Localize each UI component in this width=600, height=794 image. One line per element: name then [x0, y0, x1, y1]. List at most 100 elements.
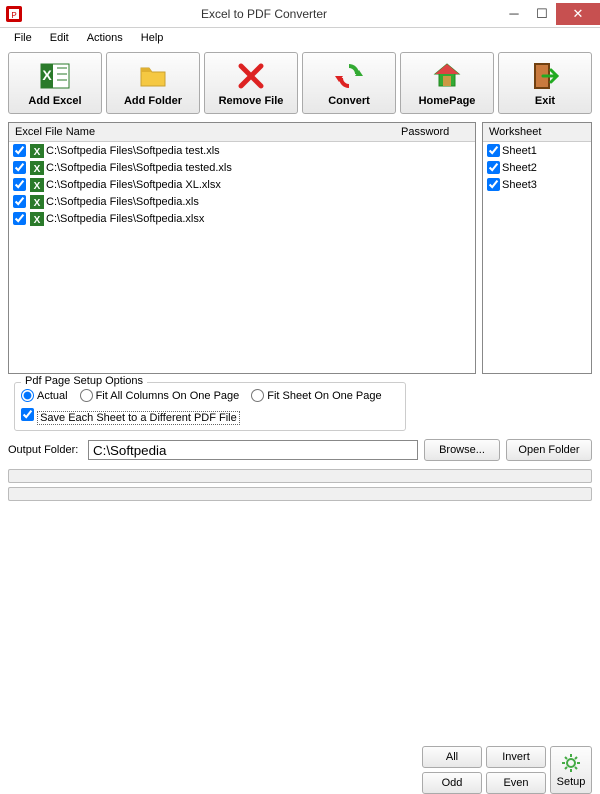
file-header-password[interactable]: Password	[395, 123, 475, 141]
file-panel: Excel File Name Password X C:\Softpedia F…	[8, 122, 476, 374]
convert-button[interactable]: Convert	[302, 52, 396, 114]
folder-icon	[137, 60, 169, 92]
check-save-each[interactable]: Save Each Sheet to a Different PDF File	[21, 408, 240, 424]
file-path: C:\Softpedia Files\Softpedia.xlsx	[46, 213, 204, 225]
exit-button[interactable]: Exit	[498, 52, 592, 114]
worksheet-checkbox[interactable]	[487, 161, 500, 174]
titlebar: P Excel to PDF Converter ─ ☐ ✕	[0, 0, 600, 28]
file-row[interactable]: X C:\Softpedia Files\Softpedia.xls	[9, 193, 475, 210]
svg-text:X: X	[34, 164, 41, 175]
radio-actual[interactable]: Actual	[21, 389, 68, 402]
progress-bar-2	[8, 487, 592, 501]
excel-file-icon: X	[30, 144, 44, 158]
worksheet-row[interactable]: Sheet2	[483, 159, 591, 176]
exit-icon	[529, 60, 561, 92]
invert-button[interactable]: Invert	[486, 746, 546, 768]
menu-file[interactable]: File	[6, 30, 40, 46]
worksheet-checkbox[interactable]	[487, 144, 500, 157]
svg-text:P: P	[11, 11, 16, 20]
worksheet-list[interactable]: Sheet1 Sheet2 Sheet3	[483, 142, 591, 373]
output-folder-input[interactable]	[88, 440, 418, 460]
worksheet-name: Sheet3	[502, 179, 537, 191]
excel-file-icon: X	[30, 161, 44, 175]
file-path: C:\Softpedia Files\Softpedia tested.xls	[46, 162, 232, 174]
svg-text:X: X	[34, 215, 41, 226]
file-path: C:\Softpedia Files\Softpedia.xls	[46, 196, 199, 208]
gear-icon	[560, 752, 582, 774]
file-header: Excel File Name Password	[9, 123, 475, 142]
worksheet-row[interactable]: Sheet1	[483, 142, 591, 159]
add-excel-button[interactable]: X Add Excel	[8, 52, 102, 114]
file-checkbox[interactable]	[13, 161, 26, 174]
homepage-button[interactable]: HomePage	[400, 52, 494, 114]
progress-bar-1	[8, 469, 592, 483]
close-button[interactable]: ✕	[556, 3, 600, 25]
radio-fit-sheet[interactable]: Fit Sheet On One Page	[251, 389, 381, 402]
app-icon: P	[6, 6, 22, 22]
svg-text:X: X	[34, 147, 41, 158]
excel-file-icon: X	[30, 195, 44, 209]
file-path: C:\Softpedia Files\Softpedia XL.xlsx	[46, 179, 221, 191]
maximize-button[interactable]: ☐	[528, 3, 556, 25]
home-icon	[431, 60, 463, 92]
browse-button[interactable]: Browse...	[424, 439, 500, 461]
excel-icon: X	[39, 60, 71, 92]
main-area: Excel File Name Password X C:\Softpedia F…	[0, 118, 600, 378]
radio-actual-input[interactable]	[21, 389, 34, 402]
file-checkbox[interactable]	[13, 195, 26, 208]
setup-button[interactable]: Setup	[550, 746, 592, 794]
minimize-button[interactable]: ─	[500, 3, 528, 25]
file-row[interactable]: X C:\Softpedia Files\Softpedia test.xls	[9, 142, 475, 159]
menu-actions[interactable]: Actions	[79, 30, 131, 46]
file-row[interactable]: X C:\Softpedia Files\Softpedia.xlsx	[9, 210, 475, 227]
file-row[interactable]: X C:\Softpedia Files\Softpedia XL.xlsx	[9, 176, 475, 193]
window-controls: ─ ☐ ✕	[500, 3, 600, 25]
svg-text:X: X	[42, 67, 52, 83]
worksheet-header[interactable]: Worksheet	[483, 123, 591, 142]
worksheet-row[interactable]: Sheet3	[483, 176, 591, 193]
homepage-label: HomePage	[419, 95, 476, 107]
add-excel-label: Add Excel	[28, 95, 81, 107]
file-checkbox[interactable]	[13, 178, 26, 191]
menubar: File Edit Actions Help	[0, 28, 600, 48]
output-label: Output Folder:	[8, 444, 82, 456]
remove-file-button[interactable]: Remove File	[204, 52, 298, 114]
check-save-each-input[interactable]	[21, 408, 34, 421]
worksheet-name: Sheet2	[502, 162, 537, 174]
open-folder-button[interactable]: Open Folder	[506, 439, 592, 461]
file-header-name[interactable]: Excel File Name	[9, 123, 395, 141]
all-button[interactable]: All	[422, 746, 482, 768]
remove-icon	[235, 60, 267, 92]
file-list[interactable]: XC:\Softpedia Files\Softpedia test.xlsXC…	[9, 142, 475, 373]
menu-help[interactable]: Help	[133, 30, 172, 46]
even-button[interactable]: Even	[486, 772, 546, 794]
worksheet-checkbox[interactable]	[487, 178, 500, 191]
exit-label: Exit	[535, 95, 555, 107]
odd-button[interactable]: Odd	[422, 772, 482, 794]
file-checkbox[interactable]	[13, 144, 26, 157]
remove-file-label: Remove File	[219, 95, 284, 107]
radio-fit-cols[interactable]: Fit All Columns On One Page	[80, 389, 240, 402]
pdf-options-title: Pdf Page Setup Options	[21, 375, 147, 387]
toolbar: X Add Excel Add Folder Remove File Conve…	[0, 48, 600, 118]
sheet-select-buttons: All Invert Setup Odd Even	[422, 746, 592, 794]
excel-file-icon: X	[30, 178, 44, 192]
radio-fit-sheet-input[interactable]	[251, 389, 264, 402]
add-folder-label: Add Folder	[124, 95, 182, 107]
excel-file-icon: X	[30, 212, 44, 226]
window-title: Excel to PDF Converter	[28, 7, 500, 21]
worksheet-name: Sheet1	[502, 145, 537, 157]
svg-text:X: X	[34, 198, 41, 209]
add-folder-button[interactable]: Add Folder	[106, 52, 200, 114]
file-path: C:\Softpedia Files\Softpedia test.xls	[46, 145, 220, 157]
output-row: Output Folder: Browse... Open Folder	[0, 435, 600, 465]
pdf-options-group: Pdf Page Setup Options Actual Fit All Co…	[14, 382, 406, 431]
file-row[interactable]: X C:\Softpedia Files\Softpedia tested.xls	[9, 159, 475, 176]
file-checkbox[interactable]	[13, 212, 26, 225]
menu-edit[interactable]: Edit	[42, 30, 77, 46]
convert-label: Convert	[328, 95, 370, 107]
radio-fit-cols-input[interactable]	[80, 389, 93, 402]
svg-text:X: X	[34, 181, 41, 192]
convert-icon	[333, 60, 365, 92]
worksheet-panel: Worksheet Sheet1 Sheet2 Sheet3	[482, 122, 592, 374]
